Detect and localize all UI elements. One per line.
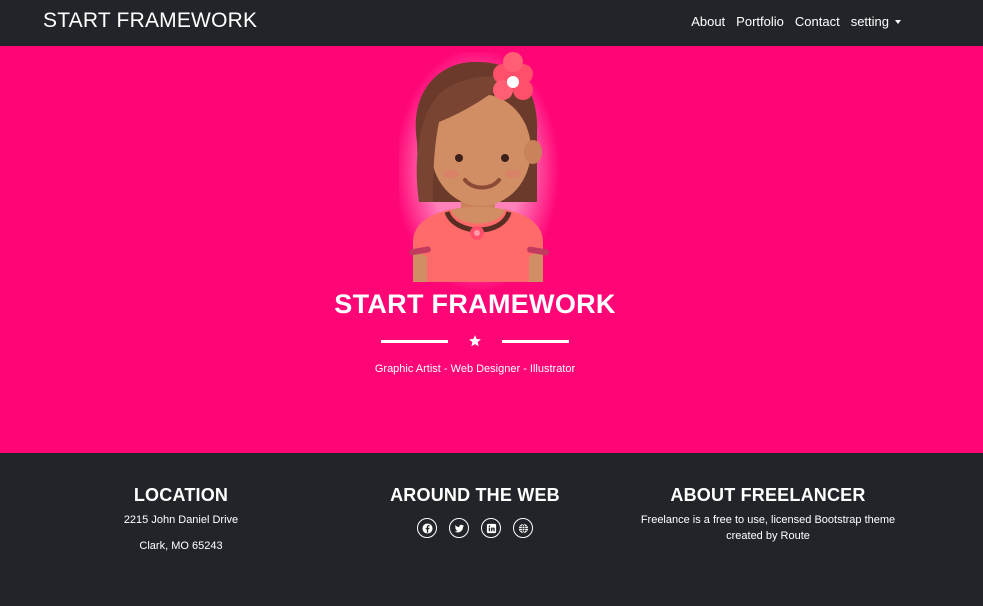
footer: LOCATION 2215 John Daniel Drive Clark, M… [0, 453, 983, 606]
twitter-link[interactable] [449, 518, 469, 538]
linkedin-icon [486, 523, 496, 533]
brand-link[interactable]: START FRAMEWORK [43, 9, 257, 33]
linkedin-link[interactable] [481, 518, 501, 538]
nav-link-contact[interactable]: Contact [795, 14, 840, 29]
hero-title: START FRAMEWORK [334, 289, 616, 319]
about-heading: ABOUT FREELANCER [670, 485, 866, 505]
nav-link-about[interactable]: About [691, 14, 725, 29]
globe-icon [518, 523, 528, 533]
globe-link[interactable] [513, 518, 533, 538]
facebook-icon [421, 522, 433, 534]
facebook-link[interactable] [417, 518, 437, 538]
location-heading: LOCATION [133, 485, 229, 505]
nav-link-portfolio[interactable]: Portfolio [736, 14, 784, 29]
location-address-line1: 2215 John Daniel Drive [123, 514, 239, 526]
hero-section: START FRAMEWORK Graphic Artist - Web Des… [0, 46, 983, 453]
social-links [375, 518, 575, 538]
star-icon [469, 335, 481, 347]
about-text: Freelance is a free to use, licensed Boo… [640, 514, 896, 542]
nav-dropdown-setting-label: setting [850, 14, 889, 29]
navbar: START FRAMEWORK About Portfolio Contact … [0, 0, 983, 46]
divider-line-right [502, 340, 569, 343]
hero-subtitle: Graphic Artist - Web Designer - Illustra… [374, 363, 576, 375]
footer-about: ABOUT FREELANCER Freelance is a free to … [628, 485, 908, 544]
divider-line-left [381, 340, 448, 343]
footer-location: LOCATION 2215 John Daniel Drive Clark, M… [81, 485, 281, 554]
hero-divider [381, 335, 569, 347]
location-address-line2: Clark, MO 65243 [139, 540, 223, 552]
around-web-heading: AROUND THE WEB [390, 485, 560, 505]
caret-down-icon [895, 20, 901, 24]
nav-links: About Portfolio Contact setting [691, 14, 901, 29]
twitter-icon [454, 524, 464, 532]
footer-around-the-web: AROUND THE WEB [375, 485, 575, 538]
nav-dropdown-setting[interactable]: setting [851, 14, 901, 29]
girl-avatar-icon [399, 52, 559, 290]
